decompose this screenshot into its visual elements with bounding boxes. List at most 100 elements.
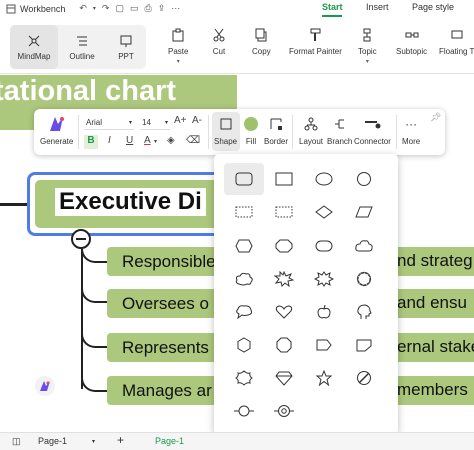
layout-button[interactable]: Layout [299, 117, 323, 146]
shape-capsule[interactable] [304, 230, 344, 262]
subtopic-text-right: nd strateg [397, 251, 473, 270]
font-size-select[interactable]: 14 ▾ [140, 116, 170, 130]
undo-icon[interactable]: ↶ [79, 3, 87, 14]
shape-target-line[interactable] [264, 395, 304, 427]
status-bar: ◫ Page-1 ▾ + Page-1 [0, 432, 474, 450]
fill-button[interactable]: Fill [244, 117, 258, 146]
shape-circle[interactable] [344, 163, 384, 195]
grow-font-button[interactable]: A+ [174, 115, 187, 126]
view-ppt-label: PPT [118, 51, 134, 61]
share-icon[interactable]: ⇪ [158, 3, 166, 14]
shape-ellipse[interactable] [304, 163, 344, 195]
bold-button[interactable]: B [84, 135, 98, 149]
ai-assistant-icon[interactable] [35, 376, 55, 396]
shape-button[interactable]: Shape [214, 117, 237, 146]
shape-folded-corner[interactable] [344, 329, 384, 361]
paste-button[interactable]: Paste ▾ [168, 28, 188, 65]
pin-icon[interactable]: 📌︎ [430, 112, 441, 123]
shape-hexagon-2[interactable] [224, 329, 264, 361]
fill-color-swatch [244, 117, 258, 131]
topic-button[interactable]: Topic ▾ [358, 28, 377, 65]
shape-no-sign[interactable] [344, 362, 384, 394]
shape-starburst[interactable] [264, 263, 304, 295]
add-page-button[interactable]: + [117, 433, 124, 447]
font-family-select[interactable]: Arial ▾ [84, 116, 134, 130]
generate-button[interactable]: Generate [40, 115, 73, 146]
cut-button[interactable]: Cut [212, 28, 226, 56]
more-icon[interactable]: ⋯ [171, 3, 180, 14]
view-outline-button[interactable]: Outline [60, 25, 104, 69]
underline-button[interactable]: U [126, 135, 133, 146]
layout-label: Layout [299, 137, 324, 146]
ribbon: MindMap Outline PPT Paste ▾ Cut Copy For… [0, 18, 474, 74]
shape-cloud-2[interactable] [224, 263, 264, 295]
redo-icon[interactable]: ↷ [102, 3, 110, 14]
shape-flower[interactable] [224, 362, 264, 394]
fill-label: Fill [245, 137, 257, 146]
shape-scalloped-circle[interactable] [344, 263, 384, 295]
open-folder-icon[interactable]: ▭ [130, 3, 139, 14]
more-button[interactable]: ··· More [402, 117, 420, 146]
generate-label: Generate [40, 137, 74, 146]
floating-topic-button[interactable]: Floating T [439, 28, 474, 56]
border-button[interactable]: Border [264, 117, 288, 146]
page-select-chevron-icon[interactable]: ▾ [92, 438, 95, 445]
shape-star[interactable] [304, 362, 344, 394]
font-color-button[interactable]: A [144, 135, 151, 146]
undo-dropdown-icon[interactable]: ▾ [93, 5, 96, 12]
quick-access: ↶ ▾ ↷ ▢ ▭ ⎙ ⇪ ⋯ [79, 3, 180, 14]
tab-page-style[interactable]: Page style [412, 2, 454, 12]
tab-start[interactable]: Start [322, 2, 343, 12]
clear-format-icon[interactable]: ⌫ [186, 135, 200, 146]
shape-apple[interactable] [304, 296, 344, 328]
connector-button[interactable]: Connector [354, 117, 391, 146]
topic-dropdown-icon[interactable]: ▾ [366, 58, 369, 65]
shape-dotted-rectangle-2[interactable] [264, 196, 304, 228]
print-icon[interactable]: ⎙ [145, 3, 152, 14]
mindmap-icon [28, 35, 40, 46]
branch-button[interactable]: Branch [327, 117, 352, 146]
shape-octagon-rounded[interactable] [264, 230, 304, 262]
shape-rounded-rectangle[interactable] [224, 163, 264, 195]
shape-burst[interactable] [304, 263, 344, 295]
ppt-icon [120, 35, 132, 47]
page-tab[interactable]: Page-1 [155, 436, 184, 446]
shape-dotted-rectangle[interactable] [224, 196, 264, 228]
view-outline-label: Outline [69, 51, 95, 61]
format-painter-button[interactable]: Format Painter [289, 28, 342, 56]
tab-insert[interactable]: Insert [366, 2, 389, 12]
paste-dropdown-icon[interactable]: ▾ [177, 58, 180, 65]
workbench-button[interactable]: Workbench [0, 4, 65, 14]
copy-button[interactable]: Copy [252, 28, 271, 56]
view-mindmap-button[interactable]: MindMap [10, 25, 58, 69]
subtopic-text: Responsible [122, 251, 216, 271]
more-label: More [402, 137, 421, 146]
shape-head-profile[interactable] [344, 296, 384, 328]
shape-circle-line[interactable] [224, 395, 264, 427]
shape-gem[interactable] [264, 362, 304, 394]
shape-cloud[interactable] [344, 230, 384, 262]
shape-hexagon[interactable] [224, 230, 264, 262]
shape-heart[interactable] [264, 296, 304, 328]
font-family-value: Arial [86, 118, 103, 127]
new-file-icon[interactable]: ▢ [115, 3, 124, 14]
font-size-value: 14 [142, 118, 151, 127]
shape-diamond[interactable] [304, 196, 344, 228]
collapse-button[interactable] [71, 229, 91, 249]
shape-speech-blob[interactable] [224, 296, 264, 328]
page-select[interactable]: Page-1 [38, 436, 67, 446]
view-ppt-button[interactable]: PPT [106, 25, 146, 69]
shape-parallelogram[interactable] [344, 196, 384, 228]
branch-line [81, 378, 109, 392]
subtopic-button[interactable]: Subtopic [396, 28, 427, 56]
italic-button[interactable]: I [108, 135, 111, 146]
main-topic-text[interactable]: Executive Di [55, 188, 206, 216]
shrink-font-button[interactable]: A- [192, 115, 202, 126]
floating-toolbar: Generate Arial ▾ 14 ▾ A+ A- B I U A ▾ ◈ … [34, 109, 445, 155]
highlight-icon[interactable]: ◈ [167, 135, 175, 146]
font-color-dropdown-icon[interactable]: ▾ [154, 138, 157, 145]
shape-rectangle[interactable] [264, 163, 304, 195]
page-list-icon[interactable]: ◫ [12, 436, 21, 447]
shape-pentagon-arrow[interactable] [304, 329, 344, 361]
shape-octagon[interactable] [264, 329, 304, 361]
